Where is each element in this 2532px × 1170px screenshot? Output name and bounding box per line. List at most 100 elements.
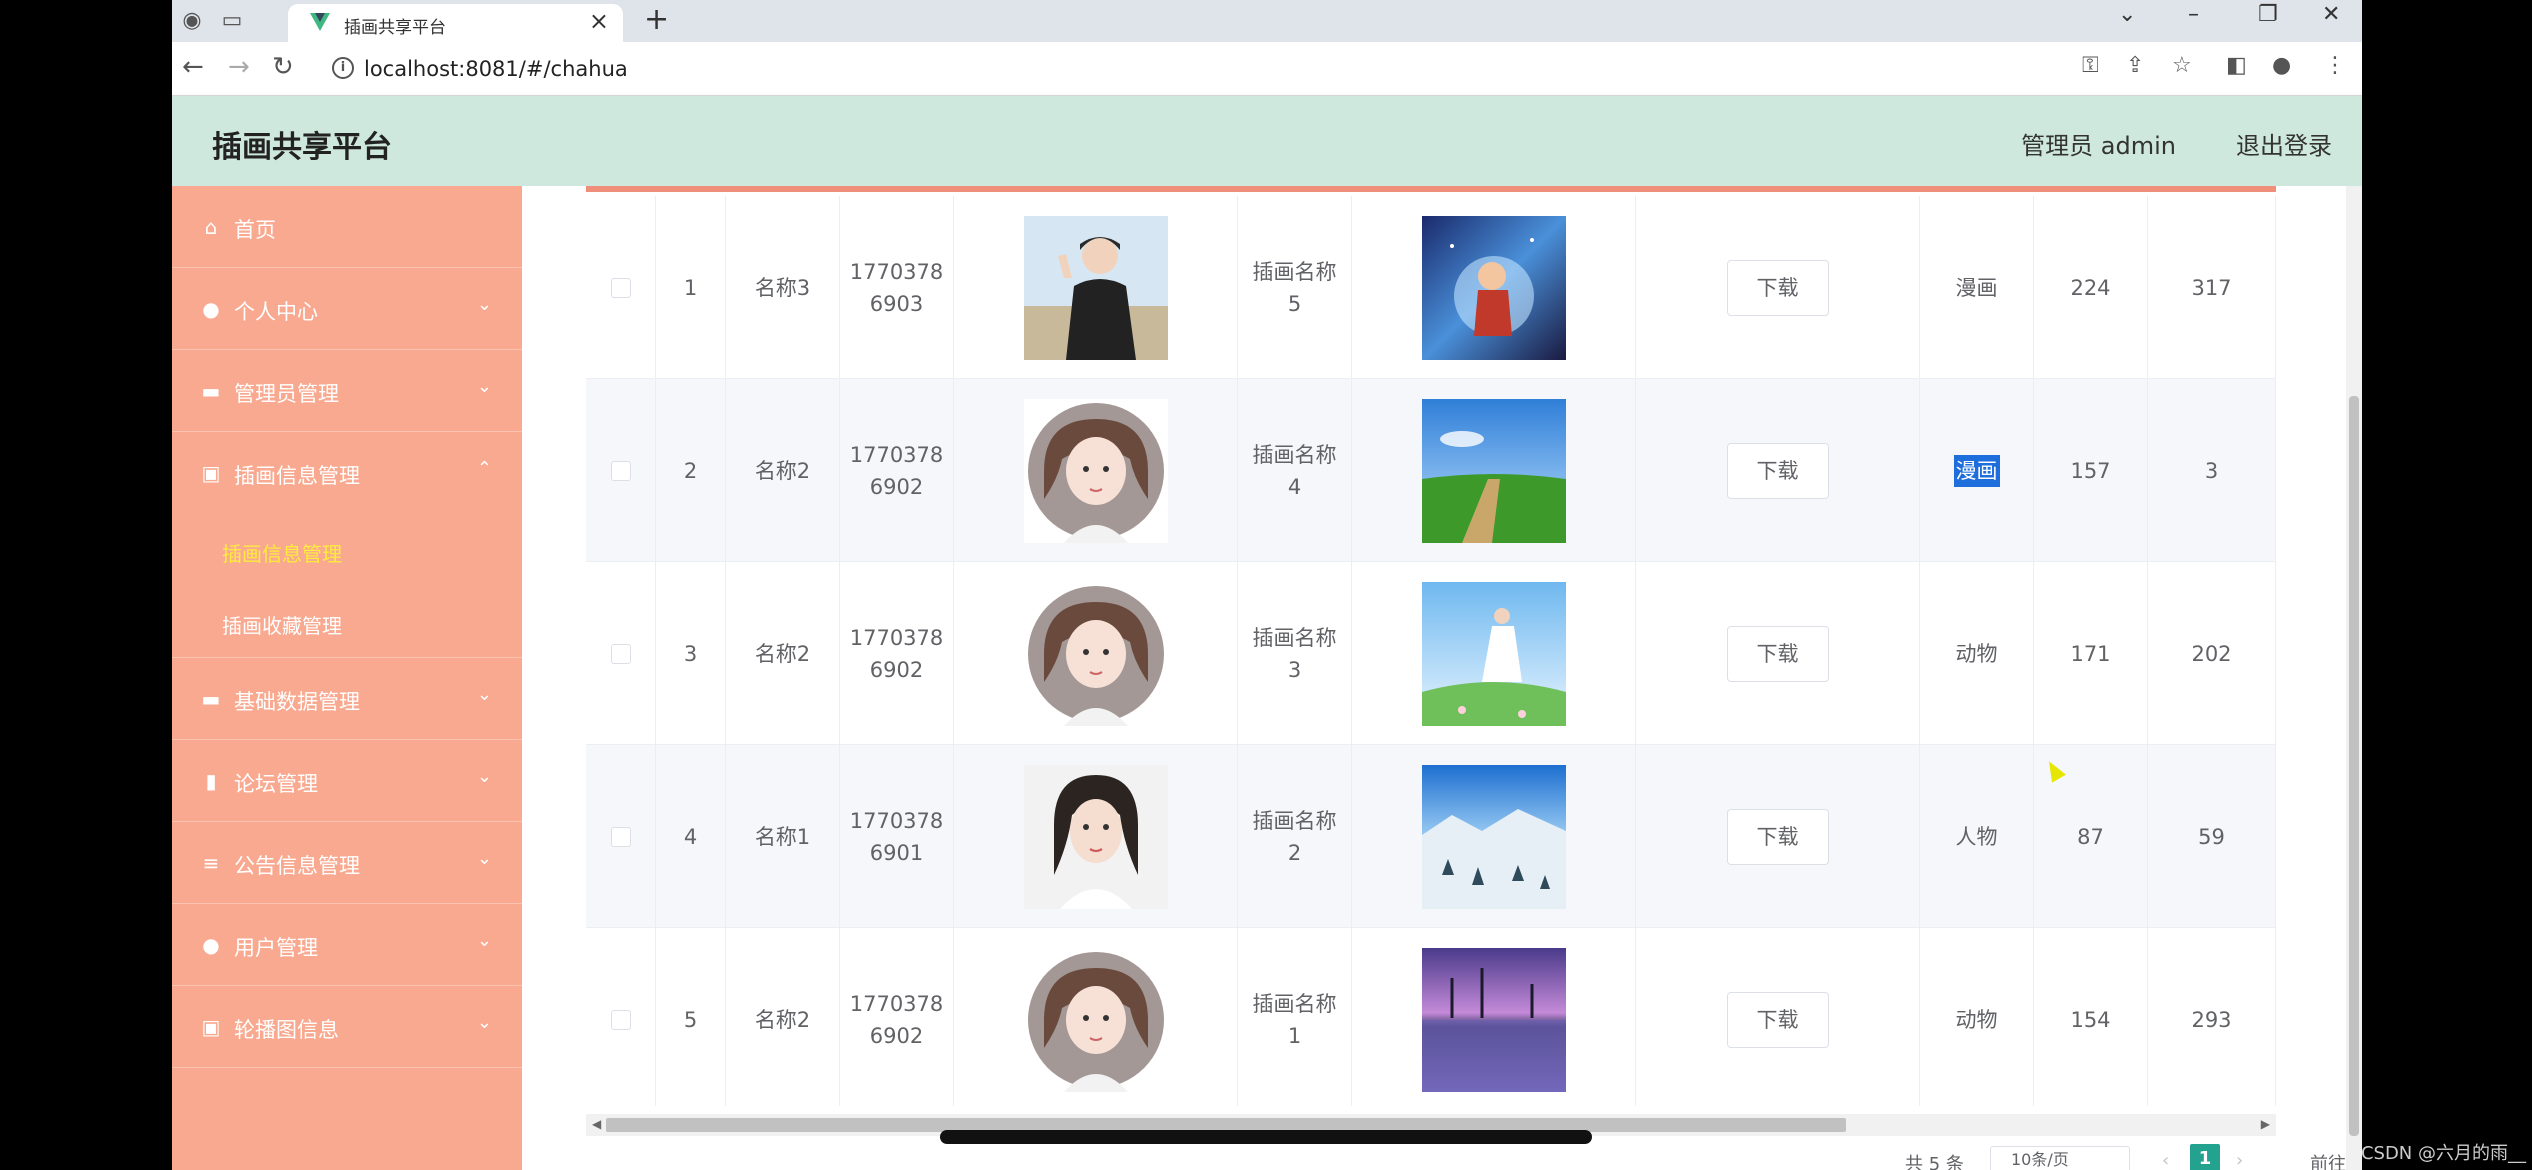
- active-tab[interactable]: 插画共享平台 ×: [288, 4, 623, 42]
- page-number-current[interactable]: 1: [2190, 1144, 2220, 1170]
- star-icon[interactable]: ☆: [2172, 53, 2192, 78]
- sidebar: ⌂ 首页 ● 个人中心 ⌄ ▬ 管理员管理 ⌄ ▣ 插画信息管理 ⌃ 插画信息管…: [172, 186, 522, 1170]
- prev-page-icon[interactable]: ‹: [2162, 1150, 2169, 1170]
- phone-number: 1770378 6903: [850, 256, 944, 320]
- table-cell: 插画名称 4: [1238, 379, 1352, 562]
- table-cell: 下载: [1636, 196, 1920, 379]
- row-index: 5: [683, 1007, 698, 1032]
- table-cell: 3: [656, 562, 726, 745]
- sidebar-item-forum[interactable]: ▮ 论坛管理 ⌄: [172, 740, 522, 822]
- phone-line: 1770378: [849, 259, 944, 284]
- table-cell: 293: [2148, 928, 2276, 1106]
- sidebar-item-carousel[interactable]: ▣ 轮播图信息 ⌄: [172, 986, 522, 1068]
- stat-value: 202: [2191, 641, 2232, 666]
- blank-tab-icon[interactable]: ▭: [218, 7, 246, 35]
- download-button[interactable]: 下载: [1726, 625, 1829, 682]
- goto-label: 前往: [2310, 1154, 2346, 1170]
- table-cell: 名称2: [726, 379, 840, 562]
- table-cell: [954, 562, 1238, 745]
- sidebar-item-basedata[interactable]: ▬ 基础数据管理 ⌄: [172, 658, 522, 740]
- table-cell: 157: [2034, 379, 2148, 562]
- reload-icon[interactable]: ↻: [272, 52, 294, 82]
- close-tab-icon[interactable]: ×: [589, 7, 609, 35]
- clipboard-icon: ▣: [201, 461, 221, 485]
- row-checkbox[interactable]: [610, 277, 631, 298]
- row-checkbox[interactable]: [610, 826, 631, 847]
- illustration-type: 动物: [1955, 1007, 1998, 1032]
- logout-button[interactable]: 退出登录: [2236, 126, 2332, 161]
- illustration-type: 漫画: [1953, 454, 2000, 487]
- row-index: 2: [683, 458, 698, 483]
- sidebar-item-illustrations[interactable]: ▣ 插画信息管理 ⌃: [172, 432, 522, 514]
- new-tab-icon[interactable]: +: [644, 2, 669, 37]
- row-index: 4: [683, 824, 698, 849]
- omnibox[interactable]: i localhost:8081/#/chahua: [320, 49, 2240, 89]
- table-cell: [954, 379, 1238, 562]
- sidebar-item-home[interactable]: ⌂ 首页: [172, 186, 522, 268]
- tab-title: 插画共享平台: [344, 18, 446, 38]
- profile-icon[interactable]: ●: [2272, 53, 2291, 78]
- phone-line: 1770378: [849, 442, 944, 467]
- title-line: 3: [1287, 657, 1302, 682]
- download-button[interactable]: 下载: [1726, 991, 1829, 1048]
- list-icon: ≡: [202, 851, 220, 875]
- sidebar-subitem-favorites[interactable]: 插画收藏管理: [172, 586, 522, 658]
- scroll-right-icon[interactable]: ▶: [2261, 1117, 2270, 1131]
- data-table: 1 名称3 1770378 6903 插画名称 5 下载 漫画 224 317 2 名称2 177037…: [586, 186, 2276, 1106]
- sidebar-item-label: 首页: [234, 218, 276, 242]
- forward-icon[interactable]: →: [228, 52, 250, 82]
- bar-chart-icon: ▮: [205, 769, 217, 793]
- user-name: 名称2: [754, 641, 811, 666]
- download-button[interactable]: 下载: [1726, 442, 1829, 499]
- home-indicator: [940, 1130, 1592, 1144]
- side-panel-icon[interactable]: ◧: [2226, 53, 2247, 78]
- row-index: 3: [683, 641, 698, 666]
- minimize-icon[interactable]: –: [2188, 2, 2199, 27]
- title-line: 1: [1287, 1023, 1302, 1048]
- url-text[interactable]: localhost:8081/#/chahua: [364, 57, 628, 81]
- scrollbar-thumb[interactable]: [2349, 396, 2359, 1136]
- key-icon[interactable]: ⚿: [2082, 53, 2099, 78]
- menu-icon[interactable]: ⋮: [2324, 53, 2346, 78]
- stat-value: 3: [2204, 458, 2219, 483]
- chevron-down-icon: ⌄: [476, 684, 492, 705]
- card-icon: ▬: [201, 687, 221, 711]
- table-cell: 5: [656, 928, 726, 1106]
- user-name: 名称1: [754, 824, 811, 849]
- site-info-icon[interactable]: i: [332, 57, 354, 79]
- share-icon[interactable]: ⇪: [2126, 53, 2144, 78]
- table-header-edge: [586, 186, 2276, 192]
- download-button[interactable]: 下载: [1726, 259, 1829, 316]
- sidebar-item-label: 用户管理: [234, 936, 318, 960]
- scroll-left-icon[interactable]: ◀: [592, 1117, 601, 1131]
- table-cell: [586, 928, 656, 1106]
- next-page-icon[interactable]: ›: [2236, 1150, 2243, 1170]
- table-cell: [586, 562, 656, 745]
- briefcase-icon: ▬: [201, 379, 221, 403]
- row-checkbox[interactable]: [610, 460, 631, 481]
- sidebar-item-users[interactable]: ● 用户管理 ⌄: [172, 904, 522, 986]
- row-checkbox[interactable]: [610, 1009, 631, 1030]
- clipboard-icon: ▣: [201, 1015, 221, 1039]
- sidebar-item-profile[interactable]: ● 个人中心 ⌄: [172, 268, 522, 350]
- sidebar-item-notices[interactable]: ≡ 公告信息管理 ⌄: [172, 822, 522, 904]
- table-cell: 漫画: [1920, 196, 2034, 379]
- chevron-down-icon: ⌄: [476, 1012, 492, 1033]
- phone-line: 6901: [869, 840, 924, 865]
- title-line: 插画名称: [1252, 808, 1337, 833]
- illustration-image: [1421, 398, 1566, 543]
- page-size-select[interactable]: 10条/页: [1990, 1146, 2130, 1170]
- globe-icon[interactable]: ◉: [178, 7, 206, 35]
- tab-list-icon[interactable]: ⌄: [2118, 2, 2136, 27]
- row-checkbox[interactable]: [610, 643, 631, 664]
- title-line: 2: [1287, 840, 1302, 865]
- stat-value: 59: [2198, 824, 2225, 849]
- vertical-scrollbar[interactable]: [2346, 186, 2362, 1170]
- phone-line: 1770378: [849, 625, 944, 650]
- back-icon[interactable]: ←: [182, 52, 204, 82]
- close-window-icon[interactable]: ✕: [2322, 2, 2340, 27]
- sidebar-item-admins[interactable]: ▬ 管理员管理 ⌄: [172, 350, 522, 432]
- restore-icon[interactable]: ❐: [2258, 2, 2278, 27]
- sidebar-subitem-illustrations[interactable]: 插画信息管理: [172, 514, 522, 586]
- download-button[interactable]: 下载: [1726, 808, 1829, 865]
